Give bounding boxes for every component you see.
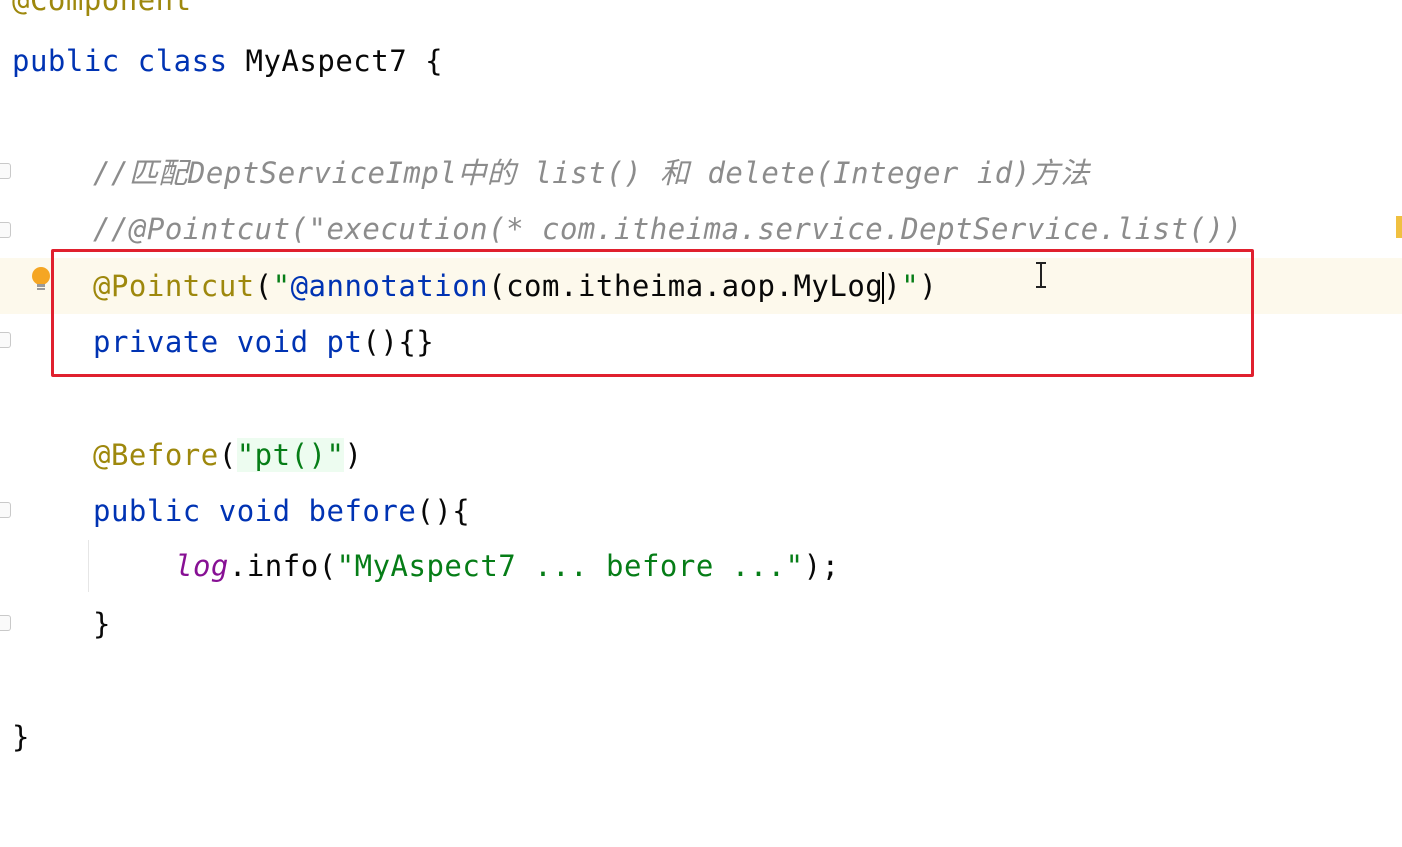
keyword-public: public (12, 44, 120, 78)
method-close-brace: } (93, 607, 111, 641)
class-declaration-line: public class MyAspect7 { (12, 33, 443, 89)
keyword-void: void (218, 494, 291, 528)
fold-marker-icon[interactable] (0, 163, 11, 179)
log-field: log (175, 549, 229, 583)
highlight-box (51, 249, 1254, 377)
before-pointcut-ref: "pt()" (236, 438, 345, 472)
before-method-line: public void before(){ (93, 483, 470, 539)
open-brace: { (425, 44, 444, 78)
log-statement-line: log.info("MyAspect7 ... before ..."); (175, 538, 840, 594)
lightbulb-icon[interactable] (31, 266, 51, 294)
text-cursor-icon (1036, 262, 1046, 288)
keyword-public: public (93, 494, 201, 528)
before-annotation-line: @Before("pt()") (93, 427, 362, 483)
class-name: MyAspect7 (245, 44, 408, 78)
fold-marker-icon[interactable] (0, 222, 11, 238)
indent-guide (88, 540, 89, 592)
statement-end: ); (803, 549, 840, 583)
error-stripe-mark[interactable] (1396, 216, 1402, 238)
component-annotation: @Component (12, 0, 192, 17)
code-editor[interactable]: @Component public class MyAspect7 { //匹配… (0, 0, 1402, 847)
paren-close: ) (344, 438, 363, 472)
paren-open: ( (218, 438, 237, 472)
method-body-open: (){ (416, 494, 471, 528)
comment-line-1: //匹配DeptServiceImpl中的 list() 和 delete(In… (93, 156, 1090, 190)
fold-marker-icon[interactable] (0, 502, 11, 518)
class-close-brace: } (12, 720, 30, 754)
keyword-class: class (137, 44, 228, 78)
fold-marker-icon[interactable] (0, 332, 11, 348)
before-annotation: @Before (93, 438, 219, 472)
info-call: .info( (228, 549, 337, 583)
log-message-string: "MyAspect7 ... before ..." (336, 549, 804, 583)
fold-marker-icon[interactable] (0, 615, 11, 631)
method-name-before: before (308, 494, 417, 528)
